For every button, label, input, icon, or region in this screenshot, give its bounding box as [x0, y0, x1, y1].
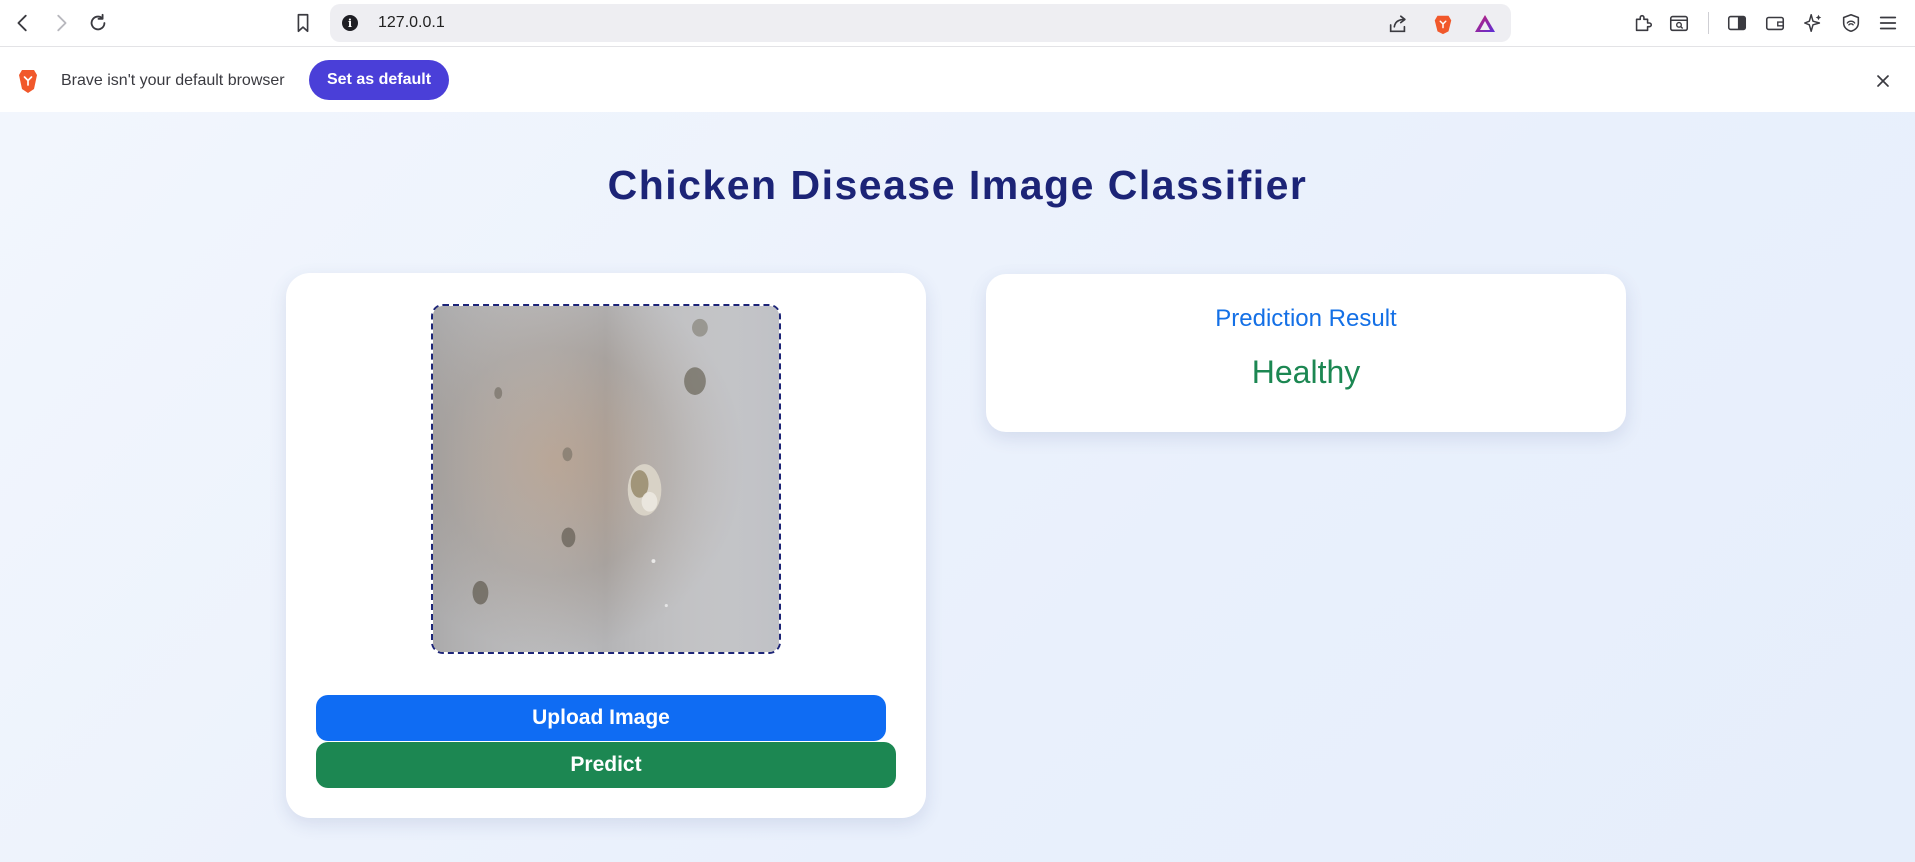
- infobar-message: Brave isn't your default browser: [61, 72, 285, 89]
- sidebar-icon[interactable]: [1722, 8, 1752, 38]
- prediction-result-card: Prediction Result Healthy: [986, 274, 1626, 432]
- default-browser-infobar: Brave isn't your default browser Set as …: [0, 48, 1915, 112]
- forward-icon[interactable]: [46, 8, 76, 38]
- menu-icon[interactable]: [1873, 8, 1903, 38]
- brave-shields-icon[interactable]: [1431, 12, 1455, 36]
- bookmark-icon[interactable]: [288, 8, 318, 38]
- browser-toolbar: i 127.0.0.1: [0, 0, 1915, 47]
- result-heading: Prediction Result: [1215, 305, 1397, 332]
- result-value: Healthy: [1251, 354, 1361, 390]
- set-as-default-button[interactable]: Set as default: [309, 60, 449, 100]
- brave-rewards-icon[interactable]: [1473, 12, 1497, 36]
- url-text[interactable]: 127.0.0.1: [378, 14, 445, 32]
- close-icon[interactable]: [1870, 68, 1896, 94]
- page-title: Chicken Disease Image Classifier: [607, 162, 1308, 208]
- image-preview: [431, 304, 781, 654]
- page-content: Chicken Disease Image Classifier Upload …: [0, 112, 1915, 862]
- upload-image-button[interactable]: Upload Image: [316, 695, 886, 741]
- reading-list-icon[interactable]: [1664, 8, 1694, 38]
- upload-card: Upload Image Predict: [286, 273, 926, 818]
- leo-ai-icon[interactable]: [1798, 8, 1828, 38]
- share-icon[interactable]: [1386, 12, 1410, 36]
- address-bar[interactable]: i 127.0.0.1: [330, 4, 1511, 42]
- vpn-icon[interactable]: [1836, 8, 1866, 38]
- wallet-icon[interactable]: [1760, 8, 1790, 38]
- back-icon[interactable]: [8, 8, 38, 38]
- site-info-icon[interactable]: i: [342, 15, 358, 31]
- brave-logo-icon: [16, 68, 40, 94]
- reload-icon[interactable]: [83, 8, 113, 38]
- predict-button[interactable]: Predict: [316, 742, 896, 788]
- toolbar-divider: [1708, 12, 1709, 34]
- extensions-icon[interactable]: [1628, 8, 1658, 38]
